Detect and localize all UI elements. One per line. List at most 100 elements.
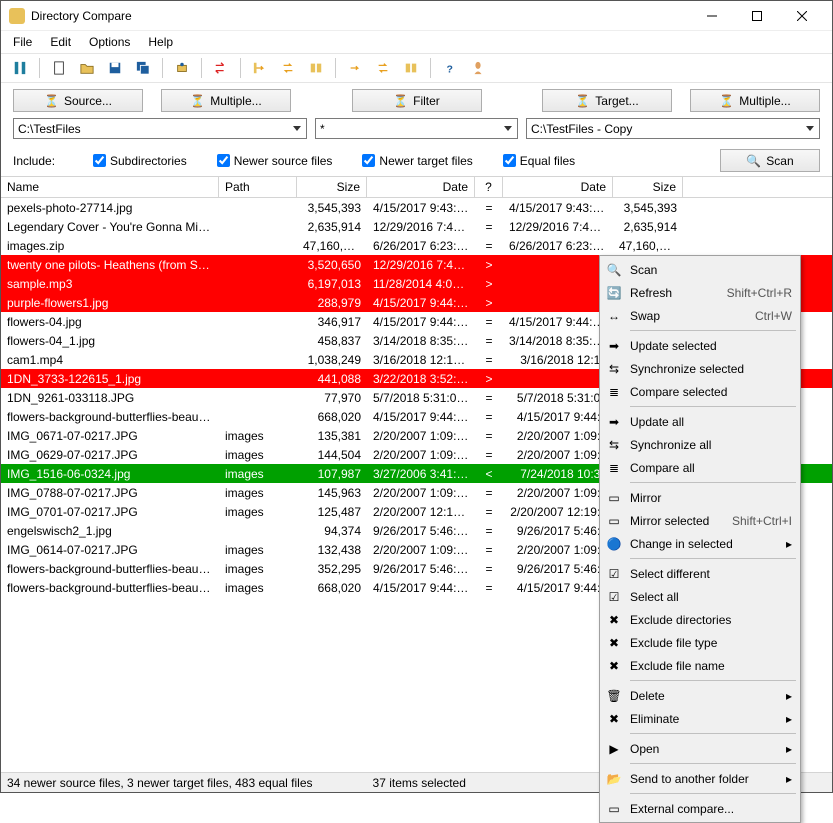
col-size2[interactable]: Size: [613, 177, 683, 197]
table-header: Name Path Size Date ? Date Size: [1, 176, 832, 198]
change-icon: 🔵: [606, 536, 622, 552]
filter-glyph-icon: ⏳: [575, 94, 590, 108]
menu-options[interactable]: Options: [81, 32, 138, 52]
equal-files-checkbox[interactable]: Equal files: [503, 154, 575, 168]
menu-item-mirror-selected[interactable]: ▭Mirror selectedShift+Ctrl+I: [602, 509, 798, 532]
menu-item-select-all[interactable]: ☑Select all: [602, 585, 798, 608]
menu-item-swap[interactable]: ↔SwapCtrl+W: [602, 304, 798, 327]
scan-button[interactable]: 🔍Scan: [720, 149, 820, 172]
source-button[interactable]: ⏳Source...: [13, 89, 143, 112]
options-icon[interactable]: [171, 57, 193, 79]
include-row: Include: Subdirectories Newer source fil…: [1, 145, 832, 176]
sync-sel-icon[interactable]: [277, 57, 299, 79]
col-date[interactable]: Date: [367, 177, 475, 197]
update-icon: ➡: [606, 414, 622, 430]
trash-icon: 🗑: [606, 688, 622, 704]
menu-item-mirror[interactable]: ▭Mirror: [602, 486, 798, 509]
maximize-button[interactable]: [734, 1, 779, 31]
menu-item-refresh[interactable]: 🔄RefreshShift+Ctrl+R: [602, 281, 798, 304]
scan-icon[interactable]: [9, 57, 31, 79]
newer-source-checkbox[interactable]: Newer source files: [217, 154, 333, 168]
close-button[interactable]: [779, 1, 824, 31]
col-date2[interactable]: Date: [503, 177, 613, 197]
svg-text:?: ?: [447, 63, 453, 75]
menu-item-change-in-selected[interactable]: 🔵Change in selected▸: [602, 532, 798, 555]
menu-item-compare-selected[interactable]: ≣Compare selected: [602, 380, 798, 403]
multiple-source-button[interactable]: ⏳Multiple...: [161, 89, 291, 112]
filter-glyph-icon: ⏳: [44, 94, 59, 108]
menu-item-open[interactable]: ▶Open▸: [602, 737, 798, 760]
target-button[interactable]: ⏳Target...: [542, 89, 672, 112]
update-sel-icon[interactable]: [249, 57, 271, 79]
col-size[interactable]: Size: [297, 177, 367, 197]
save-icon[interactable]: [104, 57, 126, 79]
table-row[interactable]: images.zip47,160,2666/26/2017 6:23:45 ..…: [1, 236, 832, 255]
compare-icon: ≣: [606, 384, 622, 400]
filter-glyph-icon: ⏳: [719, 94, 734, 108]
include-label: Include:: [13, 154, 63, 168]
mirror-icon: ▭: [606, 490, 622, 506]
toolbar: ?: [1, 53, 832, 83]
mirror-icon: ▭: [606, 513, 622, 529]
update-all-icon[interactable]: [344, 57, 366, 79]
path-row: C:\TestFiles * C:\TestFiles - Copy: [1, 118, 832, 145]
menu-item-delete[interactable]: 🗑Delete▸: [602, 684, 798, 707]
compare-all-icon[interactable]: [400, 57, 422, 79]
compare-sel-icon[interactable]: [305, 57, 327, 79]
col-compare[interactable]: ?: [475, 177, 503, 197]
sync-all-icon[interactable]: [372, 57, 394, 79]
filter-combo[interactable]: *: [315, 118, 518, 139]
new-icon[interactable]: [48, 57, 70, 79]
menu-item-scan[interactable]: 🔍Scan: [602, 258, 798, 281]
menu-edit[interactable]: Edit: [42, 32, 79, 52]
save-all-icon[interactable]: [132, 57, 154, 79]
menu-item-compare-all[interactable]: ≣Compare all: [602, 456, 798, 479]
swap-icon[interactable]: [210, 57, 232, 79]
col-name[interactable]: Name: [1, 177, 219, 197]
table-row[interactable]: Legendary Cover - You're Gonna Miss Me .…: [1, 217, 832, 236]
menubar: FileEditOptionsHelp: [1, 31, 832, 53]
table-row[interactable]: pexels-photo-27714.jpg3,545,3934/15/2017…: [1, 198, 832, 217]
context-menu: 🔍Scan🔄RefreshShift+Ctrl+R↔SwapCtrl+W ➡Upd…: [599, 255, 801, 823]
menu-item-update-selected[interactable]: ➡Update selected: [602, 334, 798, 357]
menu-item-exclude-file-name[interactable]: ✖Exclude file name: [602, 654, 798, 677]
menu-item-select-different[interactable]: ☑Select different: [602, 562, 798, 585]
menu-item-update-all[interactable]: ➡Update all: [602, 410, 798, 433]
eliminate-icon: ✖: [606, 711, 622, 727]
open-icon[interactable]: [76, 57, 98, 79]
magnify-icon: 🔍: [746, 154, 761, 168]
status-selection: 37 items selected: [373, 776, 466, 790]
app-icon: [9, 8, 25, 24]
subdirs-checkbox[interactable]: Subdirectories: [93, 154, 187, 168]
multiple-target-button[interactable]: ⏳Multiple...: [690, 89, 820, 112]
excl-dir-icon: ✖: [606, 612, 622, 628]
swap-icon: ↔: [606, 308, 622, 324]
menu-file[interactable]: File: [5, 32, 40, 52]
send-icon: 📂: [606, 771, 622, 787]
col-path[interactable]: Path: [219, 177, 297, 197]
menu-item-exclude-file-type[interactable]: ✖Exclude file type: [602, 631, 798, 654]
menu-item-external-compare-[interactable]: ▭External compare...: [602, 797, 798, 820]
menu-item-synchronize-all[interactable]: ⇆Synchronize all: [602, 433, 798, 456]
help-icon[interactable]: ?: [439, 57, 461, 79]
refresh-icon: 🔄: [606, 285, 622, 301]
menu-help[interactable]: Help: [140, 32, 181, 52]
button-row: ⏳Source... ⏳Multiple... ⏳Filter ⏳Target.…: [1, 83, 832, 118]
target-path-combo[interactable]: C:\TestFiles - Copy: [526, 118, 820, 139]
about-icon[interactable]: [467, 57, 489, 79]
excl-name-icon: ✖: [606, 658, 622, 674]
status-summary: 34 newer source files, 3 newer target fi…: [7, 776, 313, 790]
excl-type-icon: ✖: [606, 635, 622, 651]
filter-button[interactable]: ⏳Filter: [352, 89, 482, 112]
menu-item-eliminate[interactable]: ✖Eliminate▸: [602, 707, 798, 730]
filter-glyph-icon: ⏳: [393, 94, 408, 108]
menu-item-send-to-another-folder[interactable]: 📂Send to another folder▸: [602, 767, 798, 790]
window-title: Directory Compare: [31, 9, 689, 23]
update-icon: ➡: [606, 338, 622, 354]
menu-item-exclude-directories[interactable]: ✖Exclude directories: [602, 608, 798, 631]
source-path-combo[interactable]: C:\TestFiles: [13, 118, 307, 139]
minimize-button[interactable]: [689, 1, 734, 31]
menu-item-synchronize-selected[interactable]: ⇆Synchronize selected: [602, 357, 798, 380]
newer-target-checkbox[interactable]: Newer target files: [362, 154, 472, 168]
titlebar: Directory Compare: [1, 1, 832, 31]
